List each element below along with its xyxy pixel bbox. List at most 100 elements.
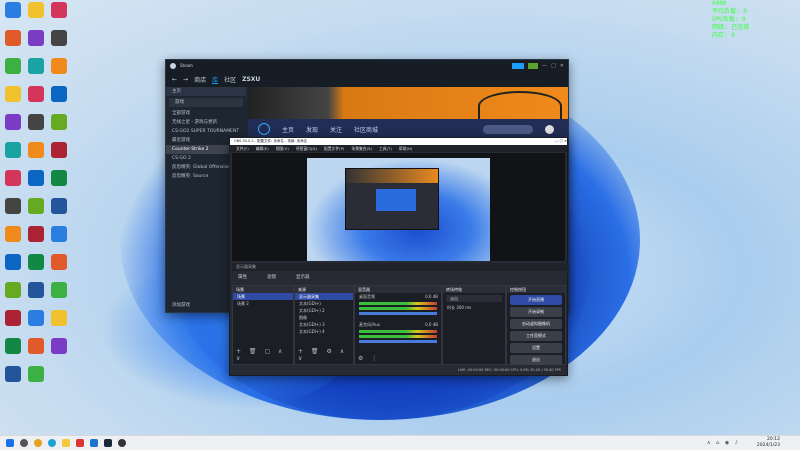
virtual-camera-button[interactable]: 启动虚拟摄像机 (510, 319, 562, 329)
library-item[interactable]: CS:GO2 SUPER TOURNAMENT (166, 127, 246, 136)
desktop-icon[interactable] (2, 170, 24, 196)
sidebar-home[interactable]: 主页 (166, 87, 246, 96)
desktop-icon[interactable] (2, 282, 24, 308)
menu-item[interactable]: 编辑(E) (256, 145, 269, 152)
scene-item[interactable]: 场景 (233, 293, 293, 300)
menu-item[interactable]: 帮助(H) (399, 145, 412, 152)
minimize-icon[interactable]: — (555, 139, 559, 143)
obs-titlebar[interactable]: OBS 30.0.2 - 配置文件: 未命名 - 场景: 未命名 — □ ✕ (230, 138, 567, 145)
nav-user[interactable]: ZSXU (242, 76, 260, 83)
menu-item[interactable]: 配置文件(P) (324, 145, 344, 152)
desktop-icon[interactable] (48, 86, 70, 112)
desktop-icon[interactable] (25, 254, 47, 280)
maximize-icon[interactable]: □ (551, 63, 556, 69)
transition-select[interactable]: 淡出 (446, 295, 502, 302)
sidebar-search[interactable]: 游戏 (169, 98, 243, 107)
desktop-icon[interactable] (2, 30, 24, 56)
desktop-icon[interactable] (48, 282, 70, 308)
source-item[interactable]: 文本(GDI+) 2 (295, 307, 353, 314)
store-tab[interactable]: 发现 (306, 125, 318, 134)
desktop-icon[interactable] (2, 2, 24, 28)
desktop-icon[interactable] (2, 86, 24, 112)
desktop-icon[interactable] (25, 366, 47, 392)
store-tab[interactable]: 社区商城 (354, 125, 378, 134)
desktop-icon[interactable] (2, 226, 24, 252)
browser-icon[interactable] (34, 439, 42, 447)
desktop-icon[interactable] (2, 198, 24, 224)
desktop-icon[interactable] (25, 338, 47, 364)
duration-value[interactable]: 300 ms (456, 305, 471, 310)
exit-button[interactable]: 退出 (510, 355, 562, 365)
menu-item[interactable]: 文件(F) (236, 145, 249, 152)
desktop-icon[interactable] (48, 58, 70, 84)
menu-item[interactable]: 场景集合(S) (351, 145, 372, 152)
store-avatar[interactable] (545, 124, 554, 134)
source-item[interactable]: 文本(GDI+) 4 (295, 328, 353, 335)
desktop-icon[interactable] (2, 58, 24, 84)
source-item[interactable]: 文本(GDI+) 3 (295, 321, 353, 328)
desktop-icon[interactable] (25, 226, 47, 252)
desktop-icon[interactable] (48, 338, 70, 364)
desktop-icon[interactable] (48, 2, 70, 28)
obs-window[interactable]: OBS 30.0.2 - 配置文件: 未命名 - 场景: 未命名 — □ ✕ 文… (229, 137, 569, 376)
store-search-input[interactable] (483, 124, 533, 134)
desktop-icon[interactable] (2, 366, 24, 392)
start-streaming-button[interactable]: 开始直播 (510, 295, 562, 305)
studio-mode-button[interactable]: 工作室模式 (510, 331, 562, 341)
scene-dock-toolbar[interactable]: + 🗑 ▢ ∧ ∨ (236, 348, 293, 362)
store-tab[interactable]: 主页 (282, 125, 294, 134)
nav-library[interactable]: 库 (212, 75, 218, 84)
edge-icon[interactable] (48, 439, 56, 447)
library-item[interactable]: 全部游戏 (166, 109, 246, 118)
steam-notify-icon[interactable] (528, 62, 539, 69)
menu-item[interactable]: 工具(T) (379, 145, 392, 152)
desktop-icon[interactable] (48, 114, 70, 140)
clock[interactable]: 20:12 2024/1/23 (757, 437, 780, 449)
close-icon[interactable]: ✕ (564, 139, 567, 143)
properties-button[interactable]: 属性 (238, 274, 247, 280)
desktop-icon[interactable] (25, 142, 47, 168)
nav-community[interactable]: 社区 (224, 75, 236, 84)
app-icon[interactable] (76, 439, 84, 447)
preview-canvas[interactable] (307, 158, 490, 261)
desktop-icon[interactable] (25, 170, 47, 196)
desktop-icon[interactable] (2, 338, 24, 364)
start-icon[interactable] (6, 439, 14, 447)
desktop-icon[interactable] (2, 254, 24, 280)
steam-titlebar[interactable]: Steam — □ ✕ (166, 60, 568, 71)
scene-item[interactable]: 场景 2 (233, 300, 293, 307)
steam-store-badge-icon[interactable] (512, 62, 525, 69)
desktop-icon[interactable] (25, 282, 47, 308)
source-item[interactable]: 文本(GDI+) (295, 300, 353, 307)
desktop-icon[interactable] (25, 86, 47, 112)
start-recording-button[interactable]: 开始录制 (510, 307, 562, 317)
desktop-icon[interactable] (25, 2, 47, 28)
settings-button[interactable]: 设置 (510, 343, 562, 353)
store-tab[interactable]: 关注 (330, 125, 342, 134)
close-icon[interactable]: ✕ (560, 63, 564, 69)
obs-preview[interactable] (232, 153, 565, 261)
steam-icon[interactable] (104, 439, 112, 447)
source-item[interactable]: 显示器采集 (295, 293, 353, 300)
desktop-icon[interactable] (48, 30, 70, 56)
desktop-icon[interactable] (2, 114, 24, 140)
desktop-icon[interactable] (25, 58, 47, 84)
nav-store[interactable]: 商店 (194, 75, 206, 84)
back-arrow-icon[interactable]: ← (172, 76, 177, 83)
desktop-icon[interactable] (25, 30, 47, 56)
source-dock-toolbar[interactable]: + 🗑 ⚙ ∧ ∨ (298, 348, 353, 362)
minimize-icon[interactable]: — (542, 63, 547, 69)
forward-arrow-icon[interactable]: → (183, 76, 188, 83)
app-icon[interactable] (90, 439, 98, 447)
desktop-icon[interactable] (48, 198, 70, 224)
display-select[interactable]: 显示器 (296, 274, 310, 280)
source-item[interactable]: 图像 (295, 314, 353, 321)
desktop-icon[interactable] (48, 226, 70, 252)
explorer-icon[interactable] (62, 439, 70, 447)
mixer-gear-icon[interactable]: ⚙ ⋮ (358, 355, 380, 362)
volume-slider[interactable] (359, 340, 437, 343)
filters-button[interactable]: 滤镜 (267, 274, 276, 280)
search-icon[interactable] (20, 439, 28, 447)
library-item[interactable]: 无线之星 - 游戏与更新 (166, 118, 246, 127)
desktop-icon[interactable] (2, 310, 24, 336)
